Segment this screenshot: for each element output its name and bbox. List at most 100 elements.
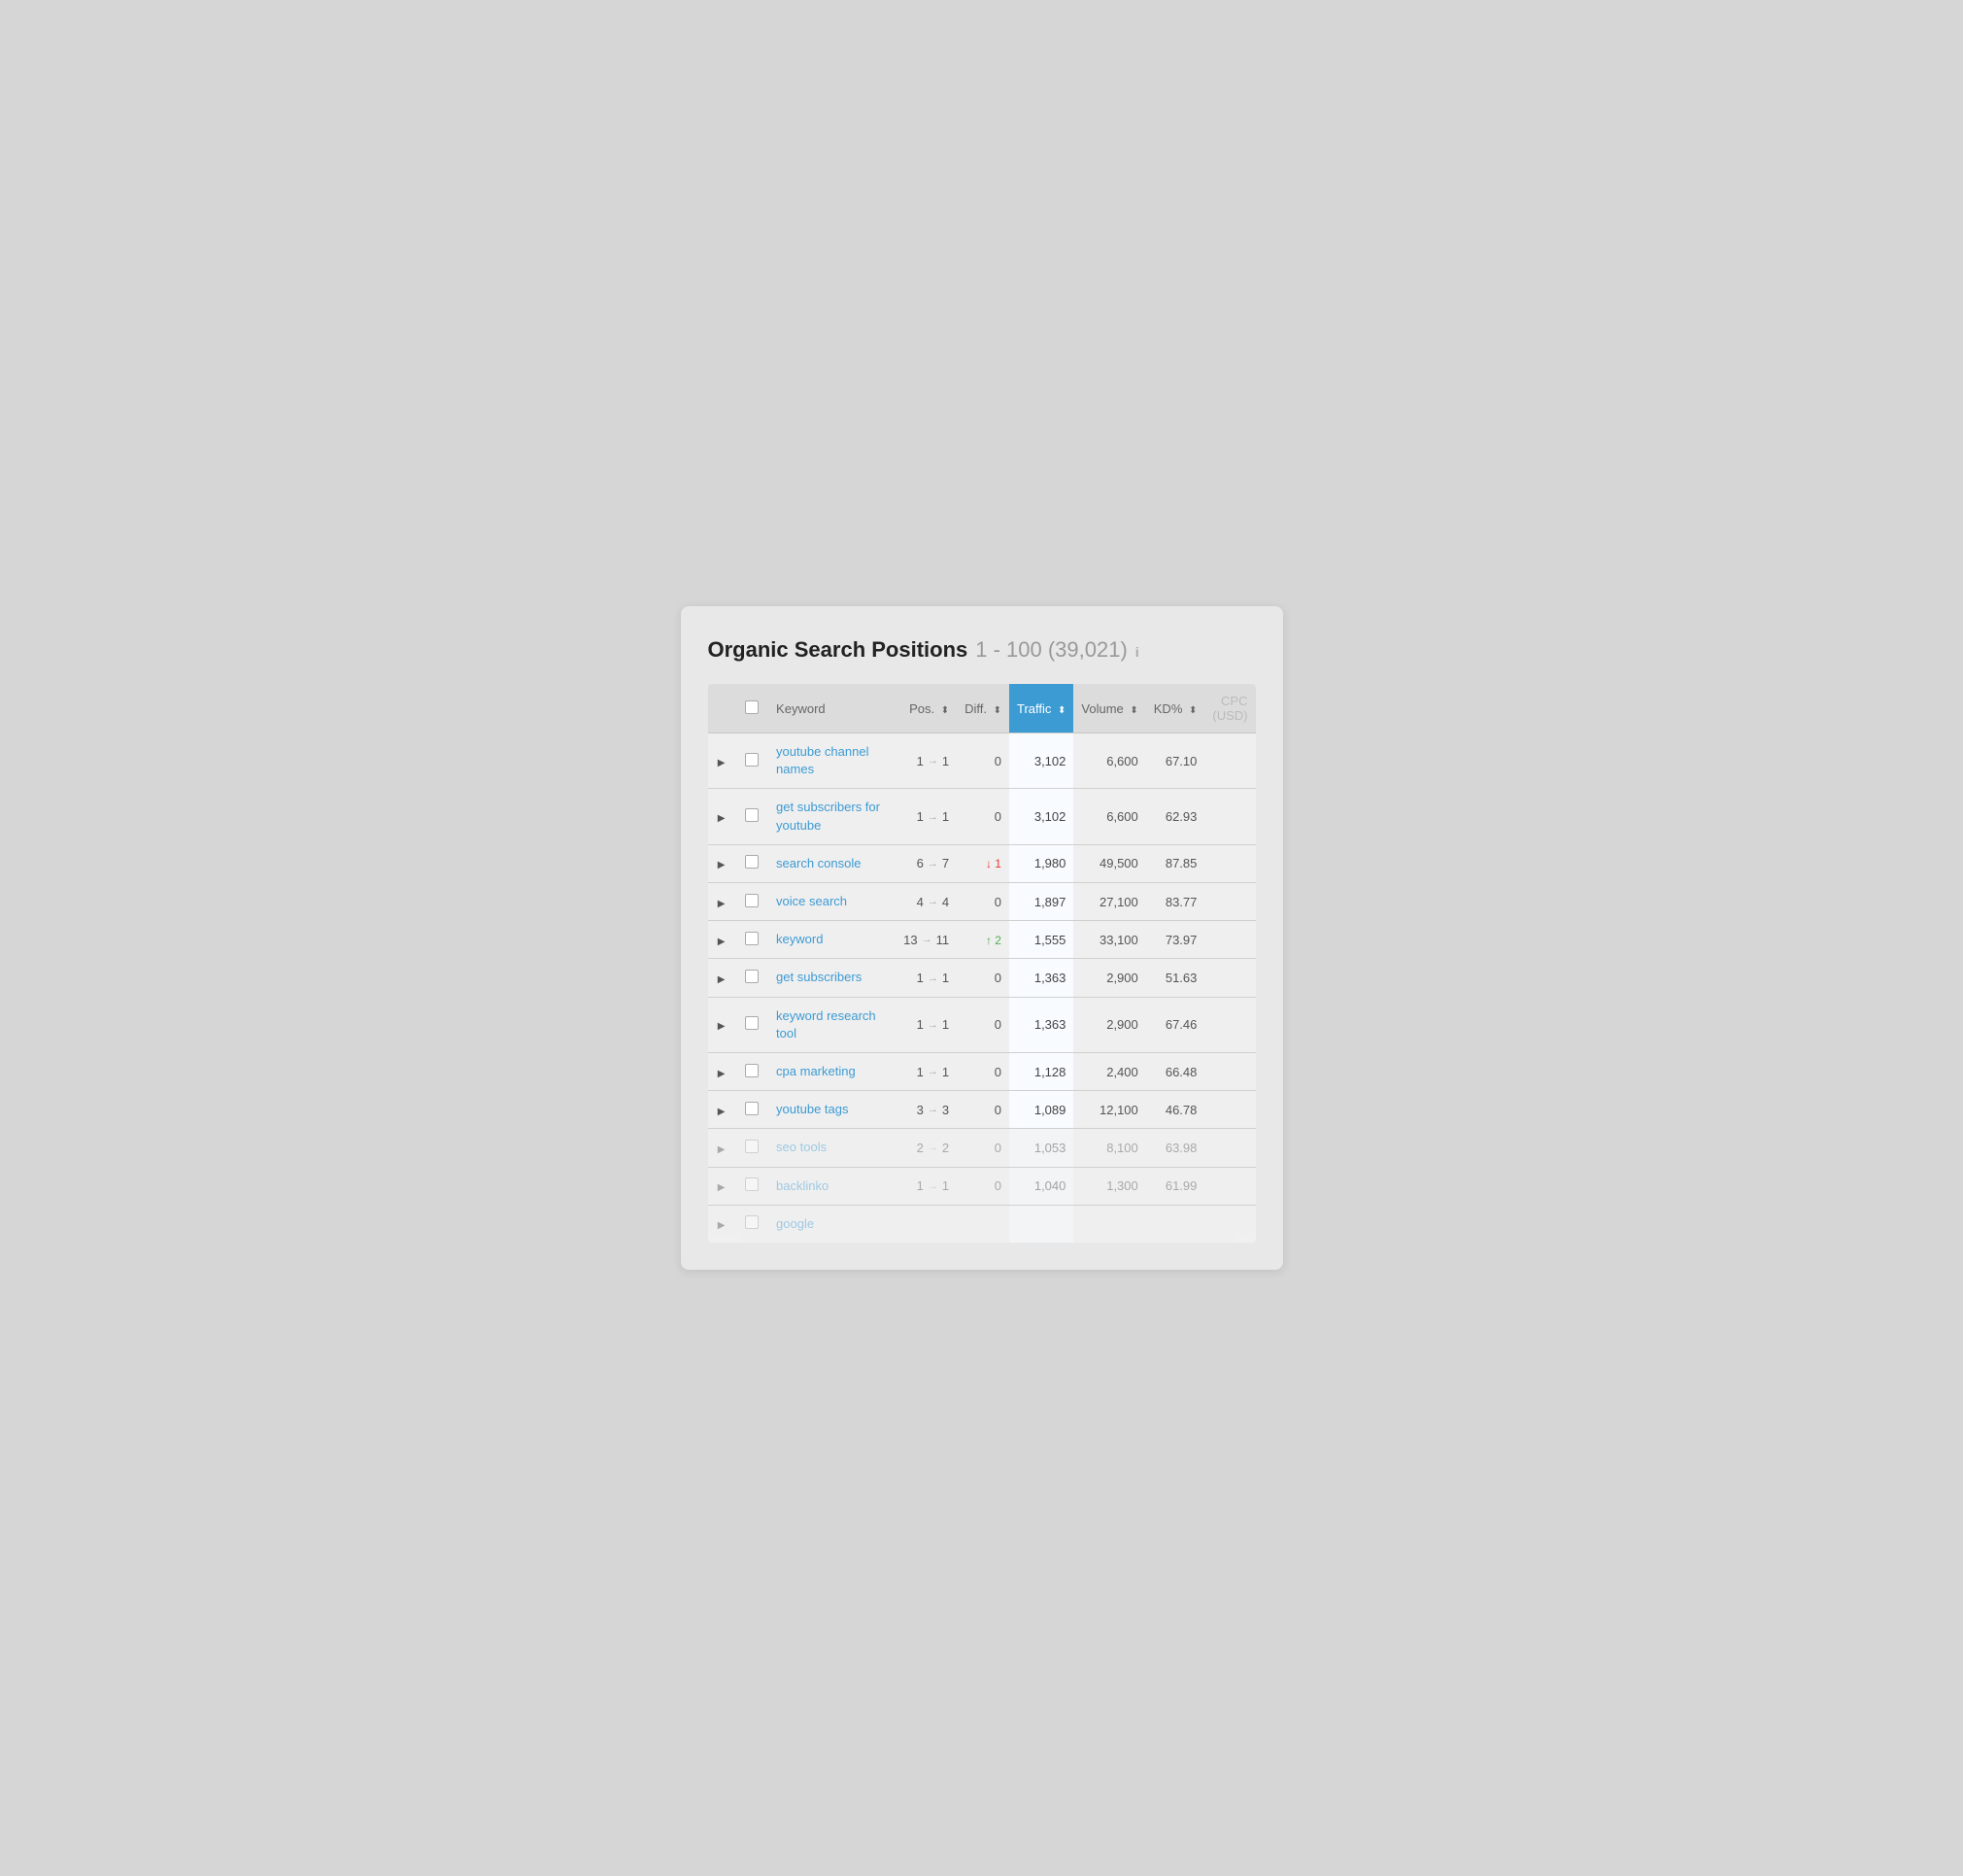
- keyword-cell[interactable]: voice search: [768, 883, 896, 921]
- th-volume[interactable]: Volume ⬍: [1073, 684, 1145, 733]
- row-checkbox-cell: [735, 921, 768, 959]
- expand-cell[interactable]: ▶: [708, 959, 735, 997]
- th-diff[interactable]: Diff. ⬍: [957, 684, 1009, 733]
- pos-cell: 13→11: [896, 921, 957, 959]
- volume-cell: 33,100: [1073, 921, 1145, 959]
- th-kd[interactable]: KD% ⬍: [1146, 684, 1205, 733]
- cpc-cell: [1204, 844, 1255, 882]
- row-checkbox-cell: [735, 789, 768, 844]
- expand-cell[interactable]: ▶: [708, 1167, 735, 1205]
- row-checkbox[interactable]: [745, 1016, 759, 1030]
- header-checkbox[interactable]: [745, 700, 759, 714]
- traffic-cell: 1,980: [1009, 844, 1073, 882]
- row-checkbox[interactable]: [745, 1102, 759, 1115]
- expand-arrow-icon: ▶: [718, 937, 726, 947]
- keyword-cell[interactable]: keyword: [768, 921, 896, 959]
- expand-cell[interactable]: ▶: [708, 883, 735, 921]
- pos-cell: 4→4: [896, 883, 957, 921]
- table-row: ▶youtube channel names1→103,1026,60067.1…: [708, 733, 1256, 789]
- info-icon[interactable]: i: [1135, 644, 1139, 660]
- page-title-main: Organic Search Positions: [708, 637, 968, 663]
- keyword-cell[interactable]: search console: [768, 844, 896, 882]
- th-expand: [708, 684, 735, 733]
- th-cpc: CPC(USD): [1204, 684, 1255, 733]
- kd-cell: 67.10: [1146, 733, 1205, 789]
- expand-cell[interactable]: ▶: [708, 733, 735, 789]
- cpc-cell: [1204, 883, 1255, 921]
- row-checkbox[interactable]: [745, 808, 759, 822]
- kd-cell: 63.98: [1146, 1129, 1205, 1167]
- row-checkbox[interactable]: [745, 855, 759, 869]
- th-pos[interactable]: Pos. ⬍: [896, 684, 957, 733]
- keyword-cell[interactable]: google: [768, 1205, 896, 1243]
- table-row: ▶keyword13→11↑ 21,55533,10073.97: [708, 921, 1256, 959]
- keyword-cell[interactable]: youtube channel names: [768, 733, 896, 789]
- row-checkbox-cell: [735, 1129, 768, 1167]
- expand-cell[interactable]: ▶: [708, 1129, 735, 1167]
- expand-cell[interactable]: ▶: [708, 1091, 735, 1129]
- expand-cell[interactable]: ▶: [708, 789, 735, 844]
- volume-cell: 2,400: [1073, 1052, 1145, 1090]
- cpc-cell: [1204, 1052, 1255, 1090]
- table-wrapper: Keyword Pos. ⬍ Diff. ⬍ Traffic ⬍ Volume …: [708, 684, 1256, 1243]
- row-checkbox[interactable]: [745, 970, 759, 983]
- kd-cell: 62.93: [1146, 789, 1205, 844]
- volume-cell: 8,100: [1073, 1129, 1145, 1167]
- expand-cell[interactable]: ▶: [708, 844, 735, 882]
- row-checkbox[interactable]: [745, 894, 759, 907]
- keyword-cell[interactable]: seo tools: [768, 1129, 896, 1167]
- row-checkbox[interactable]: [745, 1140, 759, 1153]
- keyword-cell[interactable]: keyword research tool: [768, 997, 896, 1052]
- expand-cell[interactable]: ▶: [708, 1205, 735, 1243]
- table-row: ▶backlinko1→101,0401,30061.99: [708, 1167, 1256, 1205]
- diff-cell: 0: [957, 883, 1009, 921]
- pos-cell: 1→1: [896, 733, 957, 789]
- pos-from: 1: [917, 754, 924, 768]
- row-checkbox[interactable]: [745, 932, 759, 945]
- pos-arrow: →: [928, 811, 938, 823]
- diff-zero: 0: [995, 895, 1001, 909]
- expand-arrow-icon: ▶: [718, 1107, 726, 1117]
- expand-arrow-icon: ▶: [718, 860, 726, 870]
- diff-cell: 0: [957, 1091, 1009, 1129]
- row-checkbox-cell: [735, 1167, 768, 1205]
- th-traffic[interactable]: Traffic ⬍: [1009, 684, 1073, 733]
- pos-arrow: →: [928, 972, 938, 984]
- expand-cell[interactable]: ▶: [708, 1052, 735, 1090]
- pos-to: 3: [942, 1103, 949, 1117]
- volume-cell: 1,300: [1073, 1167, 1145, 1205]
- pos-to: 1: [942, 1065, 949, 1079]
- pos-to: 1: [942, 971, 949, 985]
- expand-cell[interactable]: ▶: [708, 997, 735, 1052]
- pos-from: 2: [917, 1141, 924, 1155]
- pos-cell: 1→1: [896, 959, 957, 997]
- diff-sort-icon: ⬍: [994, 705, 1001, 716]
- pos-arrow: →: [928, 896, 938, 907]
- row-checkbox[interactable]: [745, 1215, 759, 1229]
- row-checkbox[interactable]: [745, 1064, 759, 1077]
- pos-from: 3: [917, 1103, 924, 1117]
- row-checkbox[interactable]: [745, 753, 759, 767]
- pos-to: 2: [942, 1141, 949, 1155]
- keyword-cell[interactable]: youtube tags: [768, 1091, 896, 1129]
- pos-to: 1: [942, 1017, 949, 1032]
- keyword-cell[interactable]: cpa marketing: [768, 1052, 896, 1090]
- traffic-cell: 3,102: [1009, 789, 1073, 844]
- cpc-cell: [1204, 997, 1255, 1052]
- row-checkbox[interactable]: [745, 1177, 759, 1191]
- traffic-cell: 1,363: [1009, 997, 1073, 1052]
- row-checkbox-cell: [735, 1091, 768, 1129]
- pos-cell: 2 → 2: [896, 1129, 957, 1167]
- row-checkbox-cell: [735, 997, 768, 1052]
- pos-arrow: →: [928, 1019, 938, 1031]
- table-row: ▶voice search4→401,89727,10083.77: [708, 883, 1256, 921]
- keyword-cell[interactable]: get subscribers for youtube: [768, 789, 896, 844]
- pos-arrow: →: [928, 1142, 938, 1153]
- expand-cell[interactable]: ▶: [708, 921, 735, 959]
- keyword-cell[interactable]: get subscribers: [768, 959, 896, 997]
- volume-cell: 27,100: [1073, 883, 1145, 921]
- pos-cell: 3→3: [896, 1091, 957, 1129]
- cpc-cell: [1204, 789, 1255, 844]
- keyword-cell[interactable]: backlinko: [768, 1167, 896, 1205]
- table-row: ▶seo tools2→201,0538,10063.98: [708, 1129, 1256, 1167]
